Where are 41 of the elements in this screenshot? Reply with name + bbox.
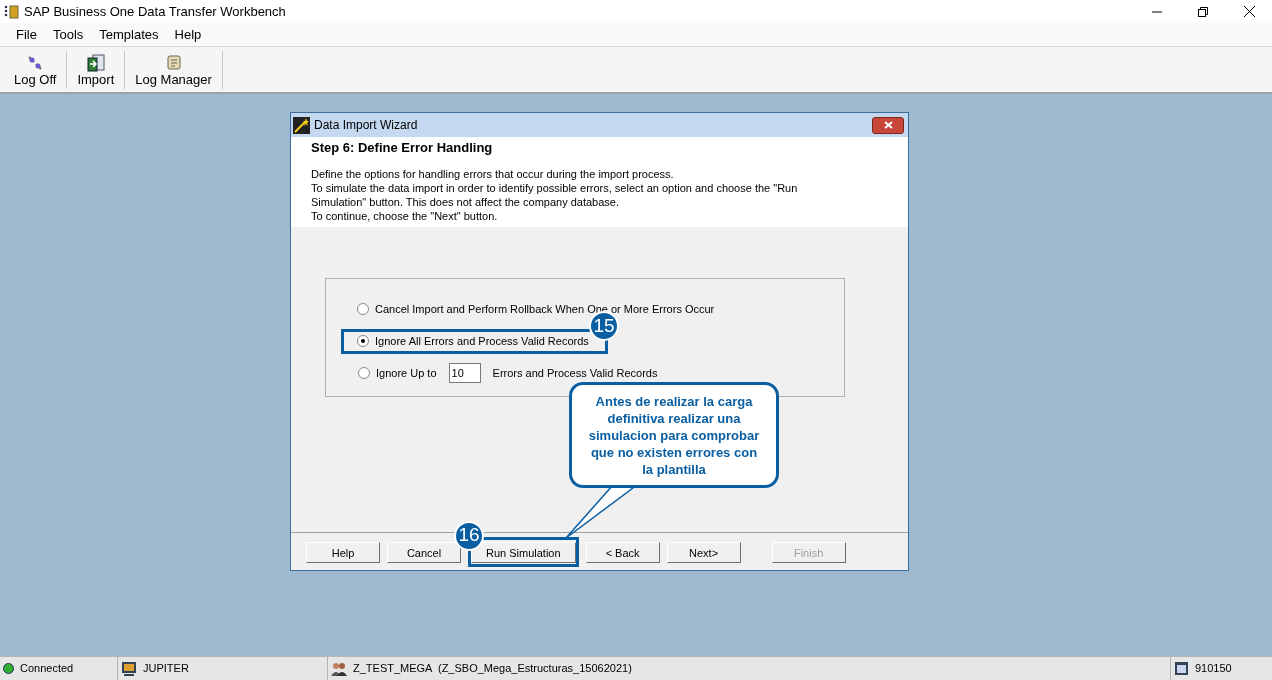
users-icon [331, 660, 347, 677]
dialog-button[interactable]: < Back [585, 542, 660, 564]
connection-status: Connected [20, 661, 74, 677]
option-label: Ignore Up to [376, 365, 437, 381]
radio-button[interactable] [358, 367, 370, 379]
app-icon [4, 4, 19, 19]
radio-button[interactable] [357, 335, 369, 347]
menu-item[interactable]: Templates [91, 24, 167, 45]
window-title: SAP Business One Data Transfer Workbench [24, 2, 286, 21]
menu-item[interactable]: File [8, 24, 45, 45]
menu-item[interactable]: Tools [44, 24, 92, 45]
step-number-badge: 16 [454, 520, 484, 551]
dialog-button[interactable]: Help [306, 542, 380, 564]
toolbar-button[interactable]: Log Manager [125, 52, 222, 87]
description-text: To continue, choose the "Next" button. [311, 208, 499, 223]
dialog-close-button[interactable] [872, 116, 904, 134]
user-code: 910150 [1195, 661, 1232, 677]
dialog-button[interactable]: Run Simulation [471, 542, 576, 564]
computer-icon [121, 660, 137, 677]
toolbar-button[interactable]: Import [67, 52, 125, 87]
close-icon [1243, 6, 1255, 17]
radio-button[interactable] [357, 303, 369, 315]
error-count-field[interactable]: 10 [448, 363, 481, 383]
company-name: Z_TEST_MEGA (Z_SBO_Mega_Estructuras_15062021) [353, 661, 632, 677]
dialog-title: Data Import Wizard [314, 117, 418, 134]
description-text: To simulate the data import in order to identify possible errors, select an option and choose the "Run Simulation" button. This does not affect the company database. [311, 180, 799, 209]
description-text: Define the options for handling errors that occur during the import process. [311, 166, 675, 181]
option-label: Ignore All Errors and Process Valid Records [375, 333, 589, 349]
close-icon [883, 121, 893, 129]
magic-wand-icon [293, 116, 310, 134]
menu-item[interactable]: Help [166, 24, 210, 45]
scroll-icon [164, 54, 183, 72]
server-name: JUPITER [143, 661, 189, 677]
dialog-button[interactable]: Cancel [387, 542, 461, 564]
dialog-button[interactable]: Next> [666, 542, 741, 564]
import-icon [86, 54, 105, 72]
callout-text: Antes de realizar la carga definitiva realizar una simulacion para comprobar que no existen errores con la plantilla [587, 392, 761, 478]
step-title: Step 6: Define Error Handling [311, 139, 494, 157]
option-label: Errors and Process Valid Records [492, 365, 658, 381]
toolbar-button[interactable]: Log Off [4, 52, 67, 87]
restore-icon [1198, 6, 1208, 17]
